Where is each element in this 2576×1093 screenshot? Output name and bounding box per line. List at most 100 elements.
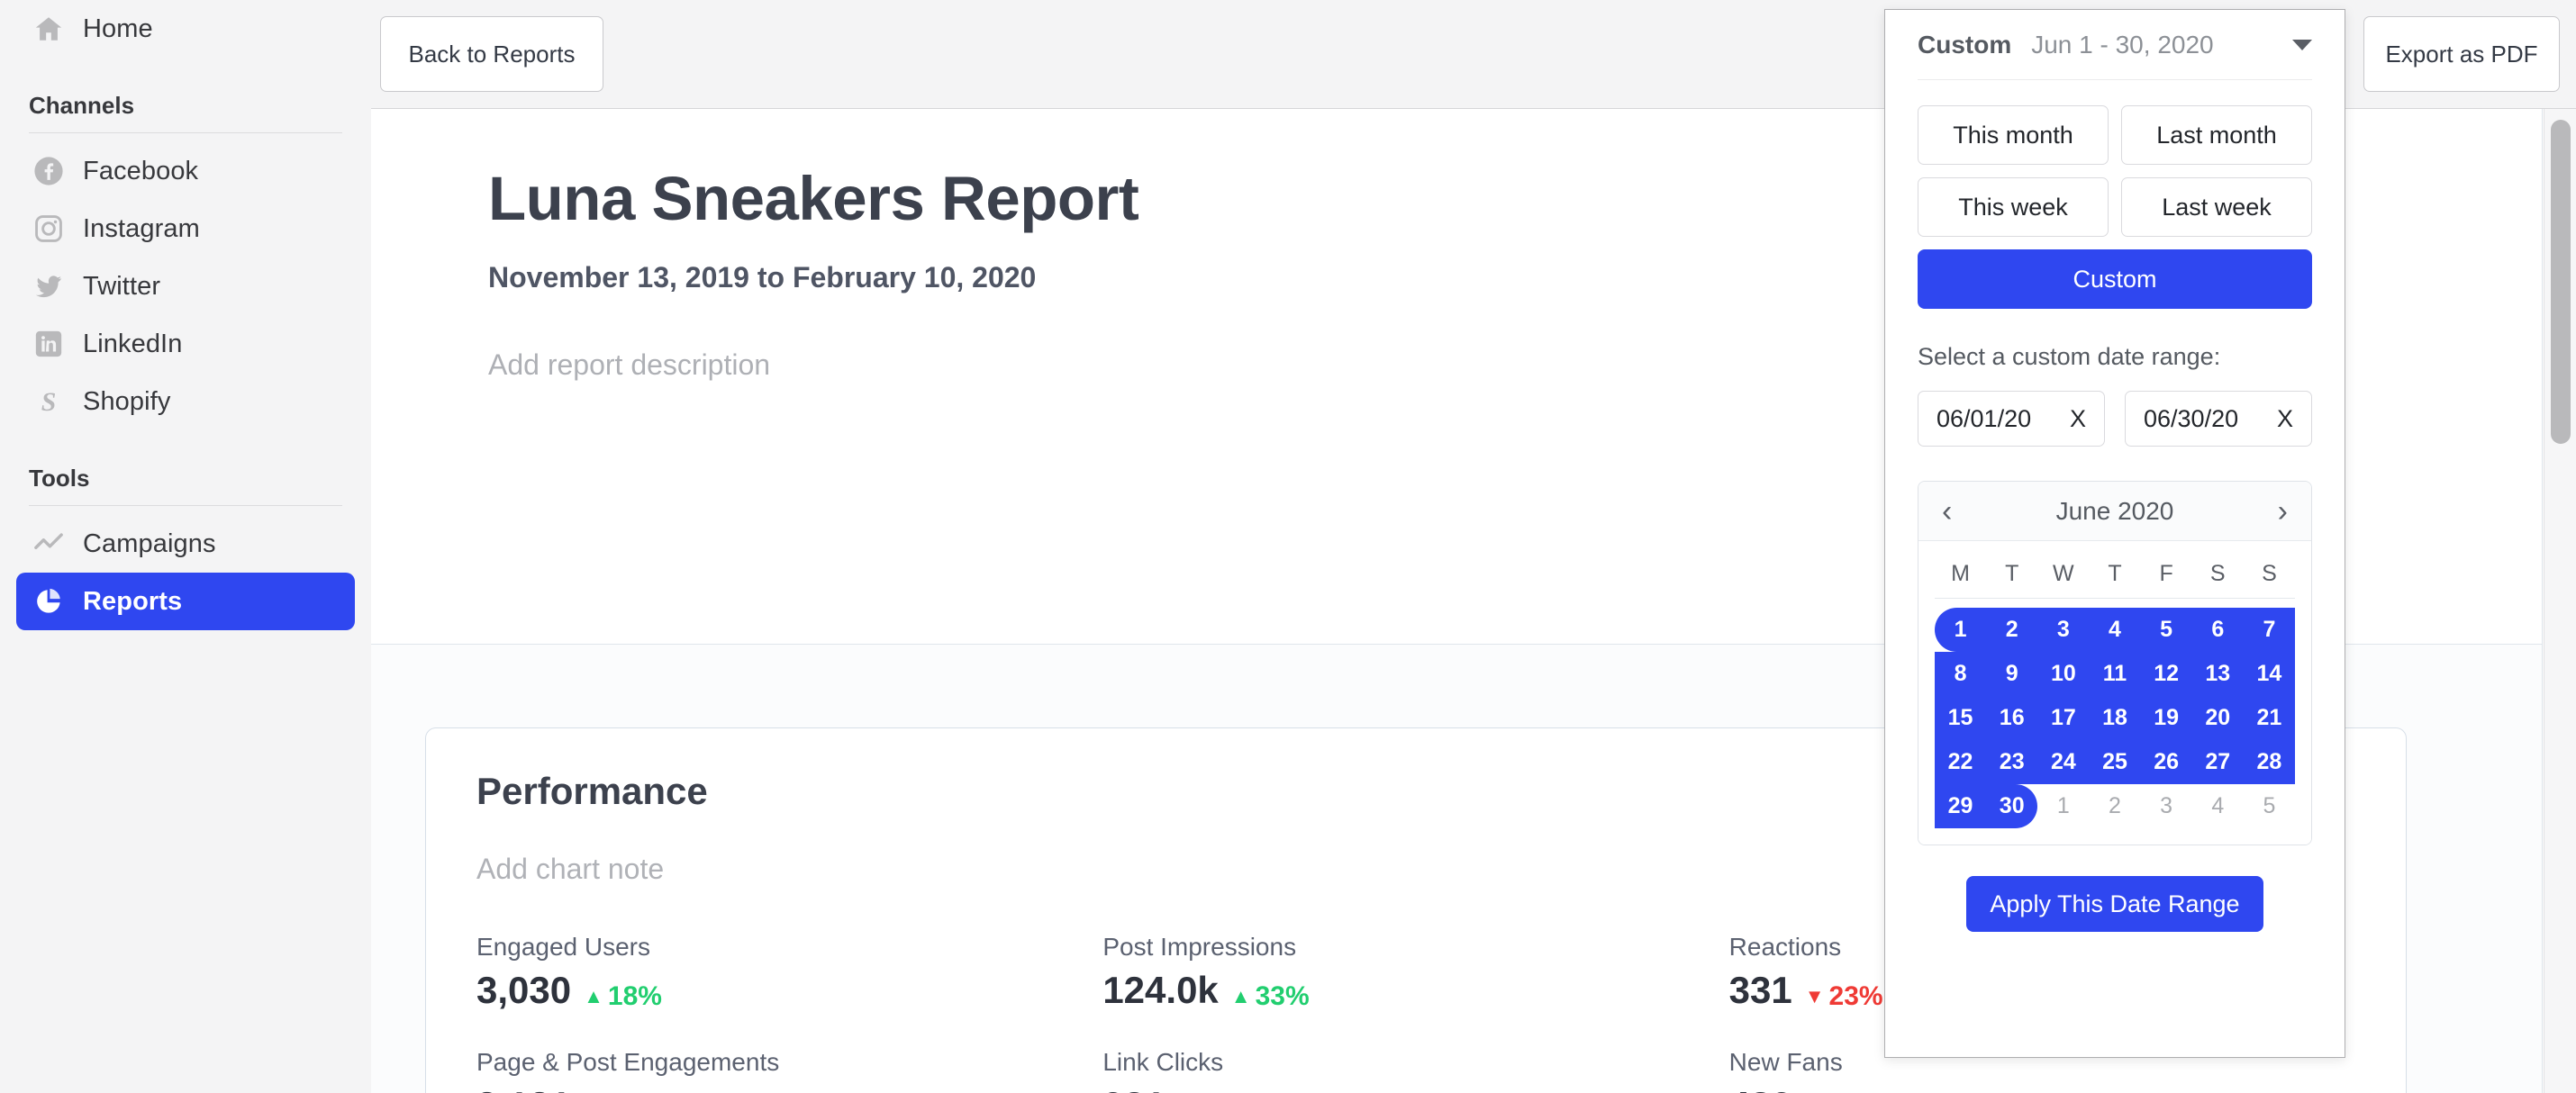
calendar-day[interactable]: 17 — [2037, 696, 2090, 740]
apply-row: Apply This Date Range — [1918, 876, 2312, 932]
start-date-field[interactable]: 06/01/20 X — [1918, 391, 2105, 447]
prev-month-icon[interactable]: ‹ — [1942, 496, 1952, 527]
metric-label: Post Impressions — [1102, 933, 1297, 961]
sidebar-item-campaigns[interactable]: Campaigns — [16, 515, 355, 573]
calendar-header: ‹ June 2020 › — [1918, 482, 2311, 541]
calendar-day[interactable]: 4 — [2192, 784, 2244, 828]
calendar-day[interactable]: 3 — [2141, 784, 2192, 828]
preset-last-week[interactable]: Last week — [2121, 177, 2312, 237]
calendar-day[interactable]: 15 — [1935, 696, 1987, 740]
sidebar-divider-tools — [29, 505, 342, 506]
sidebar-item-linkedin[interactable]: LinkedIn — [16, 315, 355, 373]
sidebar-item-home[interactable]: Home — [16, 0, 355, 58]
calendar-day[interactable]: 4 — [2089, 608, 2141, 652]
calendar-day[interactable]: 5 — [2140, 608, 2192, 652]
clear-end-date-icon[interactable]: X — [2277, 405, 2293, 433]
weekday-label: F — [2159, 561, 2173, 586]
calendar-body: M T W T F S S 1 2 3 4 5 6 7 8 9 10 11 12 13 14 15 16 17 1… — [1918, 541, 2311, 845]
sidebar-item-instagram-label: Instagram — [83, 213, 200, 243]
calendar-day[interactable]: 20 — [2191, 696, 2244, 740]
calendar-day[interactable]: 14 — [2243, 652, 2295, 696]
calendar-day[interactable]: 8 — [1935, 652, 1987, 696]
metric-label: Engaged Users — [476, 933, 651, 961]
calendar-month-label: June 2020 — [2055, 496, 2174, 525]
calendar-day[interactable]: 23 — [1986, 740, 2038, 784]
calendar-day[interactable]: 1 — [1935, 608, 1987, 652]
sidebar-item-reports[interactable]: Reports — [16, 573, 355, 630]
calendar-day[interactable]: 2 — [1986, 608, 2038, 652]
calendar-day[interactable]: 12 — [2140, 652, 2192, 696]
calendar-day[interactable]: 25 — [2089, 740, 2141, 784]
weekday-label: T — [2005, 561, 2019, 586]
calendar-day[interactable]: 7 — [2243, 608, 2295, 652]
calendar-day[interactable]: 1 — [2037, 784, 2089, 828]
date-input-fields: 06/01/20 X 06/30/20 X — [1918, 391, 2312, 447]
end-date-field[interactable]: 06/30/20 X — [2125, 391, 2312, 447]
calendar-day[interactable]: 11 — [2089, 652, 2141, 696]
calendar-day[interactable]: 16 — [1986, 696, 2038, 740]
next-month-icon[interactable]: › — [2278, 496, 2288, 527]
calendar-day[interactable]: 30 — [1986, 784, 2038, 828]
preset-buttons: This month Last month This week Last wee… — [1918, 105, 2312, 309]
sidebar-item-shopify[interactable]: S Shopify — [16, 373, 355, 430]
app-root: Home Channels Facebook Instagram Twitter — [0, 0, 2576, 1093]
metric-value: 3,030 — [476, 969, 572, 1011]
calendar-day[interactable]: 10 — [2037, 652, 2090, 696]
sidebar-item-home-label: Home — [83, 14, 153, 43]
start-date-value: 06/01/20 — [1937, 404, 2032, 432]
calendar-day[interactable]: 27 — [2191, 740, 2244, 784]
sidebar-item-twitter-label: Twitter — [83, 271, 161, 301]
calendar-week-row: 29 30 1 2 3 4 5 — [1935, 784, 2295, 828]
calendar-week-row: 15 16 17 18 19 20 21 — [1935, 696, 2295, 740]
triangle-up-icon: ▲ — [584, 985, 603, 1007]
calendar-day[interactable]: 5 — [2244, 784, 2295, 828]
calendar-day[interactable]: 19 — [2140, 696, 2192, 740]
instagram-icon — [31, 211, 67, 247]
calendar-day[interactable]: 3 — [2037, 608, 2090, 652]
sidebar-item-linkedin-label: LinkedIn — [83, 329, 183, 358]
sidebar-item-facebook[interactable]: Facebook — [16, 142, 355, 200]
preset-this-month[interactable]: This month — [1918, 105, 2109, 165]
calendar-day[interactable]: 2 — [2089, 784, 2140, 828]
triangle-down-icon: ▼ — [1804, 985, 1825, 1007]
svg-text:S: S — [41, 387, 57, 417]
calendar-day[interactable]: 6 — [2191, 608, 2244, 652]
calendar-day[interactable]: 22 — [1935, 740, 1987, 784]
sidebar-item-twitter[interactable]: Twitter — [16, 257, 355, 315]
metric-delta: ▲ 33% — [1230, 981, 1310, 1011]
calendar-week-row: 8 9 10 11 12 13 14 — [1935, 652, 2295, 696]
sidebar-item-reports-label: Reports — [83, 586, 183, 616]
metric-value: 480 — [1729, 1084, 1792, 1093]
home-icon — [31, 11, 67, 47]
calendar-day[interactable]: 9 — [1986, 652, 2038, 696]
calendar-day[interactable]: 29 — [1935, 784, 1987, 828]
custom-range-label: Select a custom date range: — [1918, 343, 2221, 370]
preset-this-week[interactable]: This week — [1918, 177, 2109, 237]
calendar-day[interactable]: 26 — [2140, 740, 2192, 784]
calendar-day[interactable]: 24 — [2037, 740, 2090, 784]
page-scrollbar-thumb[interactable] — [2551, 120, 2571, 444]
triangle-up-icon: ▲ — [1230, 985, 1251, 1007]
preset-custom[interactable]: Custom — [1918, 249, 2312, 309]
metric-delta: ▲ 18% — [584, 981, 662, 1011]
calendar-day[interactable]: 28 — [2243, 740, 2295, 784]
sidebar-divider-channels — [29, 132, 342, 133]
facebook-icon — [31, 153, 67, 189]
calendar-day[interactable]: 18 — [2089, 696, 2141, 740]
end-date-value: 06/30/20 — [2144, 404, 2239, 432]
clear-start-date-icon[interactable]: X — [2070, 405, 2086, 433]
sidebar-item-instagram[interactable]: Instagram — [16, 200, 355, 257]
sidebar: Home Channels Facebook Instagram Twitter — [0, 0, 371, 1093]
preset-last-month[interactable]: Last month — [2121, 105, 2312, 165]
page-scrollbar-track[interactable] — [2544, 109, 2576, 1093]
metric-value: 981 — [1102, 1084, 1166, 1093]
back-to-reports-button[interactable]: Back to Reports — [380, 16, 603, 92]
metric-value: 124.0k — [1102, 969, 1219, 1011]
calendar-day[interactable]: 21 — [2243, 696, 2295, 740]
date-picker-mode-label: Custom — [1918, 30, 2012, 59]
export-as-pdf-button[interactable]: Export as PDF — [2363, 16, 2560, 92]
calendar-day[interactable]: 13 — [2191, 652, 2244, 696]
date-picker-header[interactable]: Custom Jun 1 - 30, 2020 — [1918, 10, 2312, 80]
chevron-down-icon[interactable] — [2292, 39, 2312, 50]
apply-date-range-button[interactable]: Apply This Date Range — [1966, 876, 2263, 932]
